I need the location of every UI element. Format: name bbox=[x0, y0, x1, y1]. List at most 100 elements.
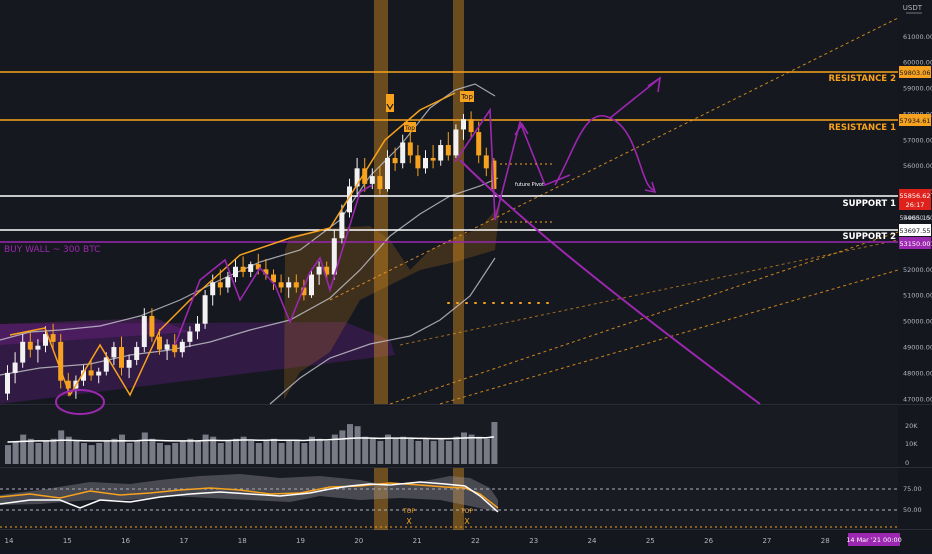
volume-bar bbox=[81, 443, 87, 464]
volume-bar bbox=[111, 438, 118, 464]
candle-body bbox=[476, 132, 482, 156]
price-tick: 49000.00 bbox=[903, 344, 932, 352]
volume-bar bbox=[339, 430, 346, 464]
candle-body bbox=[111, 347, 117, 358]
price-tick: 57000.00 bbox=[903, 136, 932, 144]
price-tick: 47000.00 bbox=[903, 395, 932, 403]
time-tick: 18 bbox=[238, 537, 247, 545]
volume-bar bbox=[27, 438, 34, 464]
volume-bar bbox=[187, 438, 194, 464]
x-mark: X bbox=[406, 517, 412, 526]
volume-tick-20k: 20K bbox=[905, 422, 918, 430]
volume-bar bbox=[263, 440, 270, 464]
candle-body bbox=[392, 157, 398, 164]
volume-tick-10k: 10K bbox=[905, 440, 918, 448]
highlight-bar bbox=[374, 0, 388, 404]
rsi-top-label: TOP bbox=[402, 508, 415, 515]
volume-bar bbox=[430, 440, 437, 464]
time-tick: 19 bbox=[296, 537, 305, 545]
price-tick: 48000.00 bbox=[903, 369, 932, 377]
time-tick: 26 bbox=[704, 537, 713, 545]
volume-bar bbox=[377, 440, 384, 464]
volume-bar bbox=[20, 434, 27, 464]
candle-body bbox=[157, 336, 162, 350]
candle-body bbox=[233, 266, 238, 278]
candle-body bbox=[369, 176, 375, 184]
volume-bar bbox=[119, 434, 125, 464]
volume-bar bbox=[483, 438, 490, 464]
time-tick: 14 bbox=[5, 537, 14, 545]
time-axis[interactable]: 14 15 16 17 18 19 20 21 22 23 24 25 26 27 28 bbox=[5, 537, 830, 545]
candle-body bbox=[468, 119, 474, 133]
volume-bar bbox=[179, 440, 186, 464]
volume-bar bbox=[453, 436, 460, 464]
resistance-2-price: 59803.06 bbox=[899, 69, 930, 77]
candle-body bbox=[126, 359, 132, 368]
candle-body bbox=[202, 295, 208, 324]
candle-body bbox=[483, 155, 489, 169]
resistance-1-price: 57934.61 bbox=[899, 117, 930, 125]
resistance-2-label: RESISTANCE 2 bbox=[828, 74, 896, 84]
price-tick: 59000.00 bbox=[903, 85, 932, 93]
time-tick: 16 bbox=[121, 537, 130, 545]
volume-bar bbox=[286, 440, 293, 464]
time-tick: 23 bbox=[529, 537, 538, 545]
candle-body bbox=[461, 119, 466, 130]
volume-bar bbox=[248, 440, 255, 464]
volume-bar bbox=[491, 422, 498, 464]
chart-canvas[interactable]: BUY WALL ~ 300 BTC RESISTANCE 2 RESISTAN… bbox=[0, 0, 932, 550]
candle-body bbox=[119, 347, 124, 368]
volume-bar bbox=[149, 438, 156, 464]
candle-body bbox=[293, 282, 299, 288]
candle-body bbox=[309, 274, 314, 296]
volume-bar bbox=[103, 440, 110, 464]
volume-tick-0: 0 bbox=[905, 459, 909, 467]
candle-body bbox=[195, 323, 200, 332]
volume-bar bbox=[445, 440, 452, 464]
candle-countdown: 26:17 bbox=[906, 201, 925, 209]
price-tick: 61000.00 bbox=[903, 33, 932, 41]
candle-body bbox=[187, 331, 193, 342]
volume-bar bbox=[385, 434, 391, 464]
volume-bar bbox=[354, 426, 361, 464]
candle-body bbox=[141, 315, 147, 348]
volume-bar bbox=[362, 436, 369, 464]
volume-bar bbox=[43, 440, 49, 464]
volume-bar bbox=[369, 438, 376, 464]
time-tick: 28 bbox=[821, 537, 830, 545]
volume-bar bbox=[5, 445, 11, 464]
rsi-top-label: TOP bbox=[460, 508, 473, 515]
candle-body bbox=[400, 142, 406, 164]
volume-bar bbox=[407, 438, 414, 464]
volume-bar bbox=[324, 440, 331, 464]
candle-body bbox=[179, 341, 185, 353]
volume-bar bbox=[134, 440, 141, 464]
price-tick: 56000.00 bbox=[903, 162, 932, 170]
candle-body bbox=[240, 266, 246, 272]
price-tick: 52000.00 bbox=[903, 266, 932, 274]
volume-bar bbox=[195, 440, 201, 464]
candle-body bbox=[149, 315, 155, 337]
volume-bar bbox=[271, 438, 277, 464]
volume-bar bbox=[392, 438, 399, 464]
volume-bar bbox=[157, 443, 163, 464]
volume-bar bbox=[73, 440, 80, 464]
candle-body bbox=[385, 157, 390, 190]
resistance-1-label: RESISTANCE 1 bbox=[828, 123, 896, 133]
price-label-aux: 54965.15 bbox=[899, 214, 930, 222]
candle-body bbox=[164, 344, 170, 350]
rsi-tick-75: 75.00 bbox=[903, 485, 922, 493]
rsi-tick-50: 50.00 bbox=[903, 506, 922, 514]
date-badge-label: 14 Mar '21 00:00 bbox=[846, 536, 902, 544]
volume-bar bbox=[164, 445, 171, 464]
buy-wall-price: 53150.00 bbox=[899, 240, 930, 248]
volume-bar bbox=[301, 443, 308, 464]
trading-chart[interactable]: BUY WALL ~ 300 BTC RESISTANCE 2 RESISTAN… bbox=[0, 0, 932, 550]
currency-label: USDT bbox=[903, 4, 923, 12]
candle-body bbox=[217, 282, 223, 288]
time-tick: 20 bbox=[354, 537, 363, 545]
volume-bar bbox=[293, 440, 300, 464]
support-2-label: SUPPORT 2 bbox=[842, 232, 896, 242]
candle-body bbox=[339, 212, 345, 239]
volume-bar bbox=[347, 424, 353, 464]
